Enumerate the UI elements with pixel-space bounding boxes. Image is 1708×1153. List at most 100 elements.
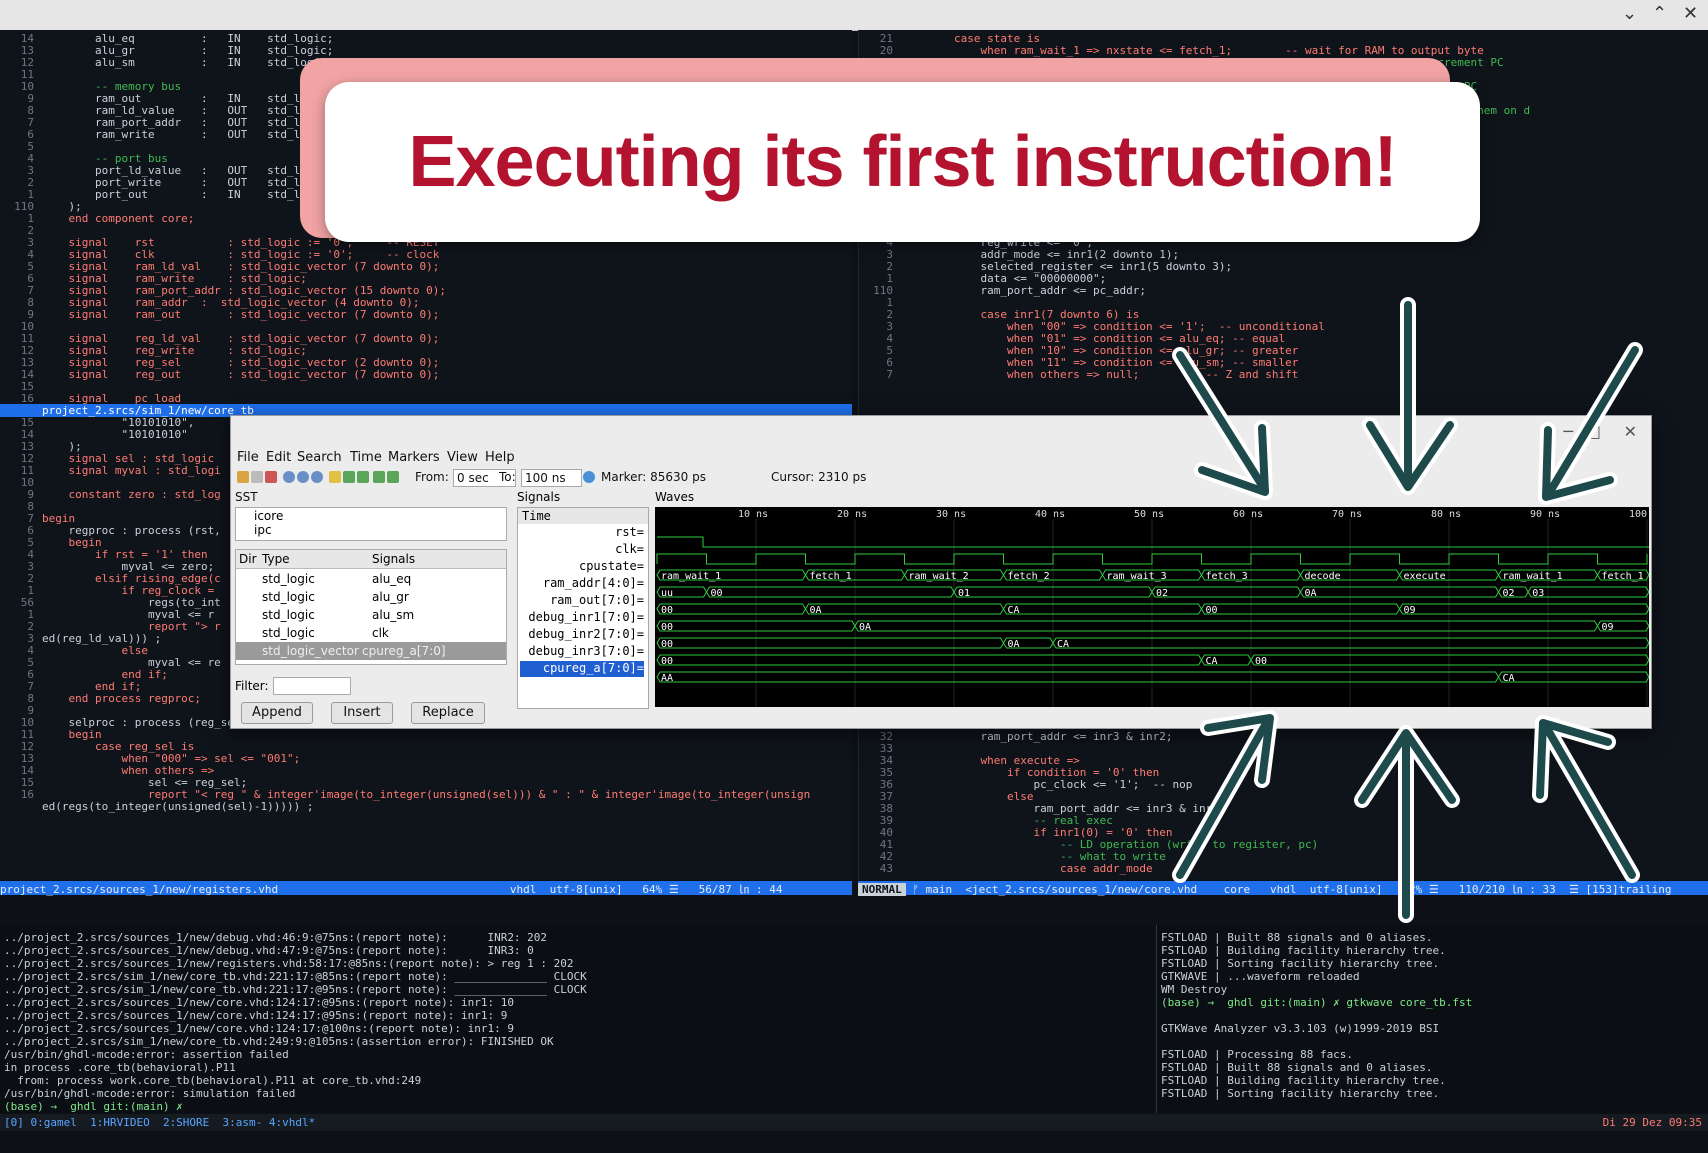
wave-cpustate-value: decode bbox=[1305, 571, 1341, 582]
list-item[interactable]: std_logic alu_sm bbox=[236, 606, 506, 624]
signal-row[interactable]: cpustate= bbox=[579, 559, 644, 575]
sst-hierarchy-tree[interactable]: icore ipc bbox=[235, 507, 507, 541]
waves-title: Waves bbox=[655, 490, 695, 504]
menu-file[interactable]: File bbox=[237, 450, 259, 465]
terminal-line: from: process work.core_tb(behavioral).P… bbox=[4, 1074, 422, 1087]
list-item-selected[interactable]: std_logic_vector cpureg_a[7:0] bbox=[236, 642, 506, 660]
wave-ram-out-segment bbox=[656, 603, 807, 615]
terminal-left[interactable]: ../project_2.srcs/sources_1/new/debug.vh… bbox=[0, 925, 1154, 1113]
copy-icon[interactable] bbox=[251, 471, 263, 483]
waveform-view[interactable]: 10 ns 20 ns 30 ns 40 ns 50 ns 60 ns 70 ns 80 ns… bbox=[655, 507, 1649, 707]
sst-signal-list[interactable]: Dir Type Signals std_logic alu_eq std_log… bbox=[235, 549, 507, 665]
terminal-line: ../project_2.srcs/sim_1/new/core_tb.vhd:… bbox=[4, 970, 587, 983]
insert-button[interactable]: Insert bbox=[331, 702, 393, 724]
col-signals[interactable]: Signals bbox=[372, 552, 415, 566]
from-label: From: bbox=[415, 470, 449, 484]
col-type[interactable]: Type bbox=[262, 552, 290, 566]
menu-search[interactable]: Search bbox=[297, 450, 342, 465]
menu-edit[interactable]: Edit bbox=[266, 450, 291, 465]
menu-time[interactable]: Time bbox=[350, 450, 382, 465]
append-button[interactable]: Append bbox=[241, 702, 313, 724]
signal-row[interactable]: debug_inr1[7:0]= bbox=[528, 610, 644, 626]
wave-ram-addr-segment bbox=[1527, 586, 1649, 598]
terminal-line: ../project_2.srcs/sources_1/new/core.vhd… bbox=[4, 1009, 508, 1022]
wave-debug-inr2-segment bbox=[656, 637, 1005, 649]
menu-view[interactable]: View bbox=[447, 450, 478, 465]
code-line[interactable]: 7 when others => null; -- Z and shift bbox=[859, 368, 1708, 381]
wave-cpustate-value: fetch_3 bbox=[1206, 571, 1248, 582]
terminal-right[interactable]: FSTLOAD | Built 88 signals and 0 aliases… bbox=[1156, 925, 1708, 1113]
terminal-line: in process .core_tb(behavioral).P11 bbox=[4, 1061, 236, 1074]
replace-button[interactable]: Replace bbox=[411, 702, 485, 724]
row-type: std_logic_vector bbox=[262, 644, 359, 658]
signals-list[interactable]: Time rst= clk= cpustate= ram_addr[4:0]= … bbox=[517, 507, 649, 709]
row-type: std_logic bbox=[262, 572, 315, 586]
wave-cpureg-a-segment bbox=[656, 671, 1500, 683]
terminal-line: /usr/bin/ghdl-mcode:error: assertion fai… bbox=[4, 1048, 289, 1061]
first-page-icon[interactable] bbox=[343, 471, 355, 483]
zoom-in-icon[interactable] bbox=[297, 471, 309, 483]
tree-item-icore[interactable]: icore bbox=[254, 509, 283, 523]
list-item[interactable]: std_logic alu_eq bbox=[236, 570, 506, 588]
terminal-line: ../project_2.srcs/sources_1/new/core.vhd… bbox=[4, 1022, 514, 1035]
undo-zoom-icon[interactable] bbox=[329, 471, 341, 483]
prev-edge-icon[interactable] bbox=[373, 471, 385, 483]
tmux-clock: Di 29 Dez 09:35 bbox=[1602, 1116, 1702, 1129]
wave-debug-inr3-segment bbox=[1250, 654, 1649, 666]
signals-title: Signals bbox=[517, 490, 561, 504]
maximize-icon[interactable]: □ bbox=[1586, 422, 1601, 441]
chevron-down-icon[interactable]: ⌄ bbox=[1622, 3, 1637, 24]
chevron-up-icon[interactable]: ⌃ bbox=[1652, 3, 1667, 24]
to-input[interactable]: 100 ns bbox=[521, 469, 582, 487]
signal-row[interactable]: rst= bbox=[615, 525, 644, 541]
to-label: To: bbox=[499, 470, 516, 484]
row-signal: alu_sm bbox=[372, 608, 415, 622]
last-page-icon[interactable] bbox=[357, 471, 369, 483]
filter-input[interactable] bbox=[273, 677, 351, 695]
signal-row-selected[interactable]: cpureg_a[7:0]= bbox=[520, 661, 644, 677]
cut-icon[interactable] bbox=[237, 471, 249, 483]
minimize-icon[interactable]: ─ bbox=[1563, 422, 1573, 441]
time-tick-label: 80 ns bbox=[1431, 509, 1461, 520]
reload-icon[interactable] bbox=[583, 471, 595, 483]
wave-ram-addr-value: 02 bbox=[1503, 588, 1515, 599]
time-tick-label: 100 bbox=[1629, 509, 1647, 520]
gtkwave-menubar: File Edit Search Time Markers View Help bbox=[231, 448, 1651, 468]
code-line[interactable]: ed(regs(to_integer(unsigned(sel)-1))))) … bbox=[0, 800, 852, 813]
signal-row[interactable]: debug_inr2[7:0]= bbox=[528, 627, 644, 643]
paste-icon[interactable] bbox=[265, 471, 277, 483]
signal-row[interactable]: ram_addr[4:0]= bbox=[543, 576, 644, 592]
wave-ram-out-value: 00 bbox=[1206, 605, 1218, 616]
wave-ram-out-value: 0A bbox=[810, 605, 822, 616]
zoom-out-icon[interactable] bbox=[311, 471, 323, 483]
wave-debug-inr1-segment bbox=[854, 620, 1599, 632]
line-number: 7 bbox=[886, 368, 893, 381]
wave-cpureg-a-segment bbox=[1497, 671, 1649, 683]
right-editor-statusbar: NORMAL ᚠ main <ject_2.srcs/sources_1/new… bbox=[858, 881, 1708, 896]
code-line[interactable]: 43 case addr_mode bbox=[859, 862, 1708, 875]
terminal-line: FSTLOAD | Building facility hierarchy tr… bbox=[1161, 1074, 1446, 1087]
next-edge-icon[interactable] bbox=[387, 471, 399, 483]
wave-cpustate-value: execute bbox=[1404, 571, 1446, 582]
list-item[interactable]: std_logic clk bbox=[236, 624, 506, 642]
terminal-line: ../project_2.srcs/sources_1/new/core.vhd… bbox=[4, 996, 514, 1009]
menu-help[interactable]: Help bbox=[485, 450, 515, 465]
wave-ram-out-value: 00 bbox=[661, 605, 673, 616]
terminal-line: FSTLOAD | Sorting facility hierarchy tre… bbox=[1161, 1087, 1440, 1100]
signal-row[interactable]: clk= bbox=[615, 542, 644, 558]
list-item[interactable]: std_logic alu_gr bbox=[236, 588, 506, 606]
zoom-fit-icon[interactable] bbox=[283, 471, 295, 483]
signal-row[interactable]: ram_out[7:0]= bbox=[550, 593, 644, 609]
menu-markers[interactable]: Markers bbox=[388, 450, 440, 465]
wave-ram-addr-value: 0A bbox=[1305, 588, 1317, 599]
tmux-statusbar: [0] 0:gamel 1:HRVIDEO 2:SHORE 3:asm- 4:v… bbox=[0, 1114, 1708, 1131]
tree-item-ipc[interactable]: ipc bbox=[254, 523, 272, 537]
close-icon[interactable]: ✕ bbox=[1624, 422, 1637, 441]
tmux-windows[interactable]: [0] 0:gamel 1:HRVIDEO 2:SHORE 3:asm- 4:v… bbox=[4, 1116, 315, 1129]
code-text: ed(regs(to_integer(unsigned(sel)-1))))) … bbox=[42, 800, 314, 813]
col-dir[interactable]: Dir bbox=[239, 552, 257, 566]
wave-cpureg-a-value: CA bbox=[1503, 673, 1515, 684]
close-icon[interactable]: ✕ bbox=[1683, 3, 1698, 24]
signal-row[interactable]: debug_inr3[7:0]= bbox=[528, 644, 644, 660]
wave-debug-inr1-value: 09 bbox=[1602, 622, 1614, 633]
